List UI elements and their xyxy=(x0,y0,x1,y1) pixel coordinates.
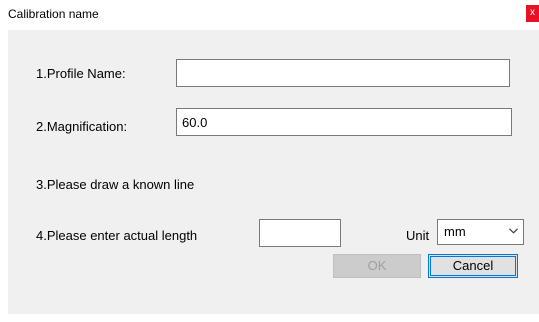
dialog-title: Calibration name xyxy=(8,7,99,21)
actual-length-label: 4.Please enter actual length xyxy=(36,228,198,243)
magnification-input[interactable] xyxy=(176,108,512,136)
draw-line-instruction: 3.Please draw a known line xyxy=(36,177,195,192)
cancel-button[interactable]: Cancel xyxy=(428,254,518,278)
profile-name-input[interactable] xyxy=(176,59,510,87)
close-button[interactable]: x xyxy=(526,5,539,22)
calibration-dialog: Calibration name x 1.Profile Name: 2.Mag… xyxy=(0,0,539,322)
actual-length-input[interactable] xyxy=(259,219,341,247)
unit-select[interactable]: mm xyxy=(437,219,524,245)
unit-selected-value: mm xyxy=(444,224,466,239)
chevron-down-icon xyxy=(509,228,518,234)
profile-name-label: 1.Profile Name: xyxy=(36,66,126,81)
magnification-label: 2.Magnification: xyxy=(36,119,128,134)
unit-label: Unit xyxy=(406,228,430,243)
close-icon: x xyxy=(530,7,535,18)
ok-button[interactable]: OK xyxy=(333,254,421,278)
